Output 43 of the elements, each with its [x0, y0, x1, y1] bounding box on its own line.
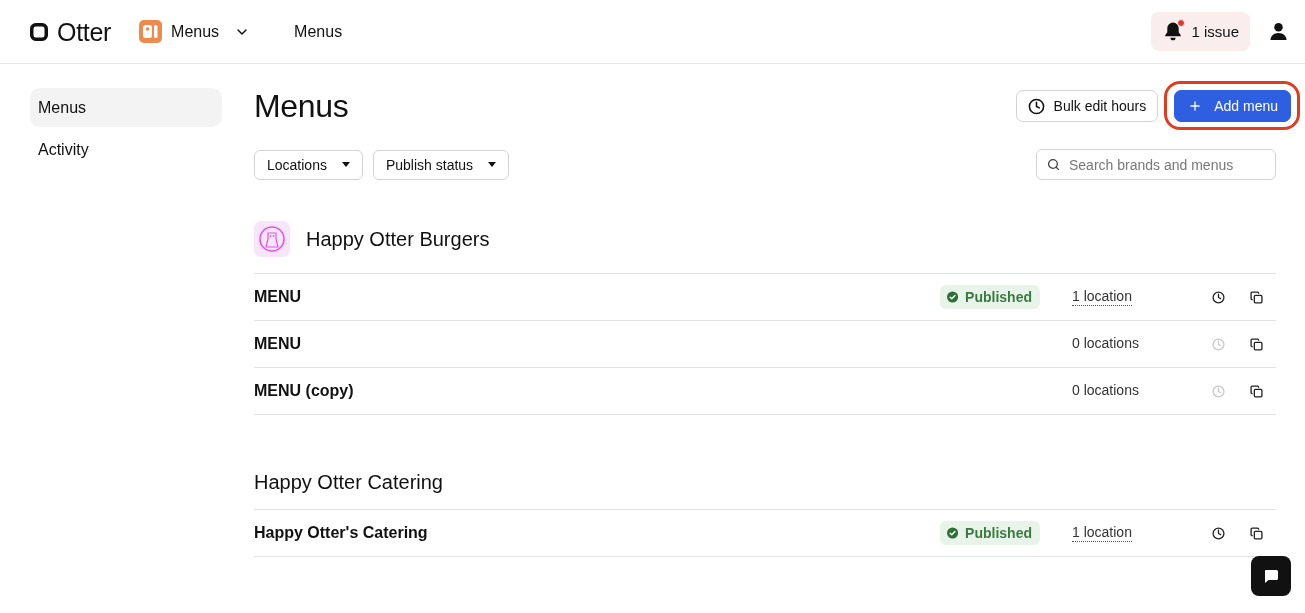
user-icon[interactable]: [1270, 23, 1287, 40]
copy-icon[interactable]: [1249, 384, 1263, 398]
brand-name: Happy Otter Burgers: [306, 228, 490, 250]
status-badge: Published: [940, 285, 1040, 309]
copy-icon[interactable]: [1249, 337, 1263, 351]
logo-icon: [30, 22, 48, 41]
search-field[interactable]: Search brands and menus: [1036, 149, 1276, 180]
caret-icon: [341, 162, 350, 167]
bell-icon: [1164, 22, 1183, 41]
check-circle-icon: [947, 526, 959, 540]
brand-name: Happy Otter Catering: [254, 471, 443, 493]
locations-count: 0 locations: [1072, 382, 1139, 400]
menu-name[interactable]: Happy Otter's Catering: [254, 524, 428, 542]
locations-link[interactable]: 1 location: [1072, 524, 1132, 542]
copy-icon[interactable]: [1249, 290, 1263, 304]
clock-icon[interactable]: [1211, 290, 1225, 304]
check-circle-icon: [947, 290, 959, 304]
status-badge: Published: [940, 521, 1040, 545]
app-switcher[interactable]: Menus: [139, 15, 251, 48]
page-heading: Menus: [254, 88, 349, 124]
locations-link[interactable]: 1 location: [1072, 288, 1132, 306]
filter-dropdown[interactable]: Locations: [254, 149, 363, 180]
caret-icon: [488, 162, 497, 167]
chat-button[interactable]: [1251, 556, 1291, 596]
locations-count: 0 locations: [1072, 335, 1139, 353]
page-title: Menus: [294, 22, 343, 41]
clock-icon[interactable]: [1211, 526, 1225, 540]
add-menu-button[interactable]: Add menu: [1174, 90, 1291, 122]
chat-bubble-icon: [1264, 569, 1278, 583]
bulk-edit-hours-button[interactable]: Bulk edit hours: [1015, 90, 1159, 122]
issues-button[interactable]: 1 issue: [1151, 12, 1250, 51]
plus-icon: [1188, 99, 1203, 113]
menu-name[interactable]: MENU: [254, 288, 302, 306]
search-icon: [1047, 158, 1060, 171]
app-icon: [139, 20, 163, 43]
sidebar-item[interactable]: Activity: [30, 130, 222, 169]
menu-name[interactable]: MENU (copy): [254, 382, 354, 400]
menu-name[interactable]: MENU: [254, 335, 302, 353]
clock-icon: [1027, 97, 1045, 115]
sidebar-item[interactable]: Menus: [30, 88, 222, 127]
copy-icon[interactable]: [1249, 526, 1263, 540]
otter-logo[interactable]: Otter: [30, 17, 112, 46]
filter-dropdown[interactable]: Publish status: [372, 149, 510, 180]
